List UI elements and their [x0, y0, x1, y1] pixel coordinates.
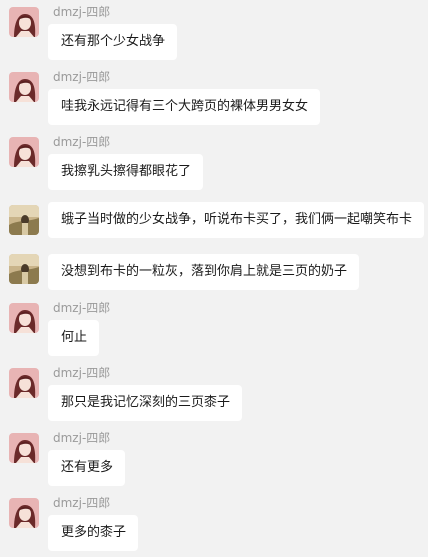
chat-message-list: dmzj-四郎 还有那个少女战争 dmzj-四郎 哇我永远记得有三个大跨页的裸体… [0, 0, 428, 557]
girl-avatar-icon[interactable] [9, 498, 39, 528]
sender-name: dmzj-四郎 [53, 496, 111, 510]
sender-name: dmzj-四郎 [53, 70, 111, 84]
message-bubble[interactable]: 更多的桼子 [48, 515, 139, 551]
girl-avatar-icon[interactable] [9, 368, 39, 398]
landscape-avatar-icon[interactable] [9, 205, 39, 235]
message-bubble[interactable]: 还有更多 [48, 450, 126, 486]
message-bubble[interactable]: 没想到布卡的一粒灰，落到你肩上就是三页的奶子 [48, 254, 360, 290]
sender-name: dmzj-四郎 [53, 301, 111, 315]
sender-name: dmzj-四郎 [53, 431, 111, 445]
message-bubble[interactable]: 还有那个少女战争 [48, 24, 178, 60]
landscape-avatar-icon[interactable] [9, 254, 39, 284]
girl-avatar-icon[interactable] [9, 303, 39, 333]
message-bubble[interactable]: 何止 [48, 320, 100, 356]
girl-avatar-icon[interactable] [9, 72, 39, 102]
message-bubble[interactable]: 那只是我记忆深刻的三页桼子 [48, 385, 243, 421]
sender-name: dmzj-四郎 [53, 135, 111, 149]
message-bubble[interactable]: 蛾子当时做的少女战争，听说布卡买了，我们俩一起嘲笑布卡 [48, 202, 425, 238]
sender-name: dmzj-四郎 [53, 366, 111, 380]
message-bubble[interactable]: 哇我永远记得有三个大跨页的裸体男男女女 [48, 89, 321, 125]
sender-name: dmzj-四郎 [53, 5, 111, 19]
girl-avatar-icon[interactable] [9, 7, 39, 37]
message-bubble[interactable]: 我擦乳头擦得都眼花了 [48, 154, 204, 190]
girl-avatar-icon[interactable] [9, 433, 39, 463]
girl-avatar-icon[interactable] [9, 137, 39, 167]
